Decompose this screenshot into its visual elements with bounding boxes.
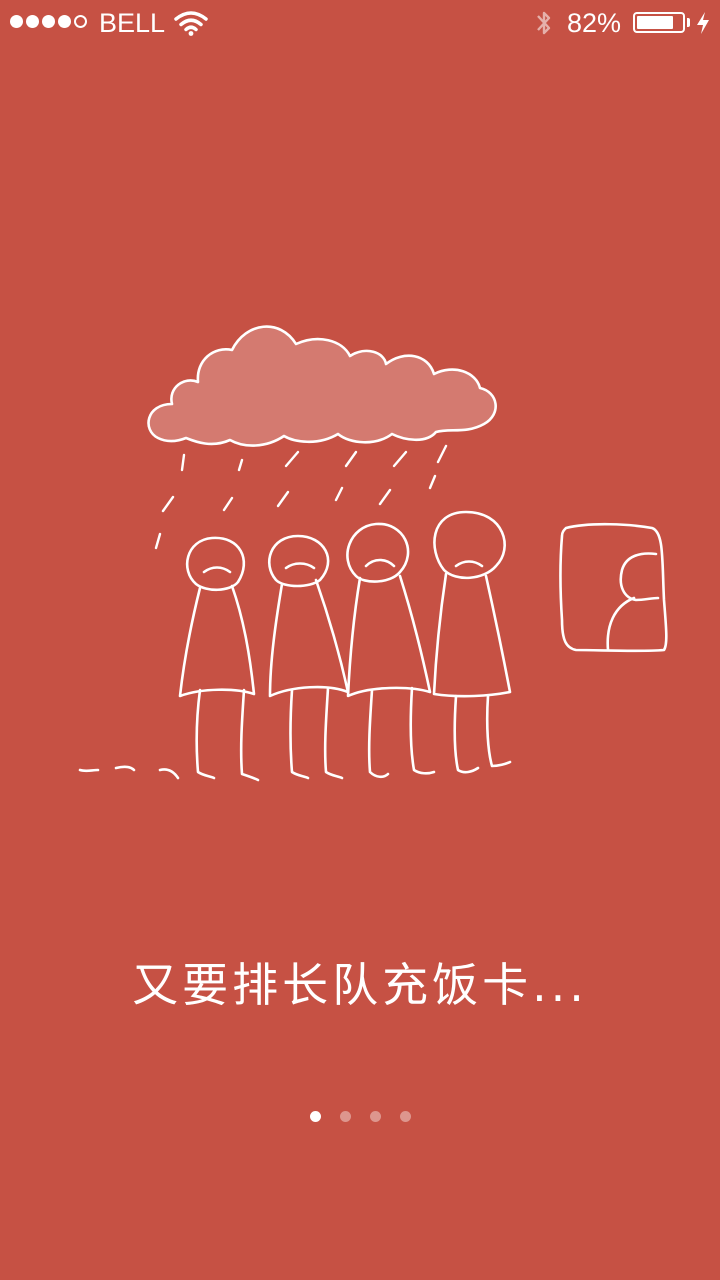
signal-strength-icon — [10, 15, 87, 28]
queue-person — [346, 522, 436, 779]
signal-dot — [26, 15, 39, 28]
queue-person — [178, 536, 260, 782]
rain-cloud-queue-illustration — [78, 325, 668, 782]
ground-dashes — [78, 765, 180, 780]
bolt-icon — [697, 12, 709, 34]
signal-dot — [42, 15, 55, 28]
status-bar: BELL 82% — [0, 0, 720, 46]
signal-dot — [10, 15, 23, 28]
rain-drops — [154, 444, 448, 550]
queue-person — [267, 534, 350, 780]
carrier-name: BELL — [99, 8, 166, 38]
battery-level-fill — [637, 16, 674, 29]
wifi-icon — [174, 11, 208, 36]
onboarding-caption: 又要排长队充饭卡... — [132, 958, 588, 1012]
battery-percentage: 82% — [567, 8, 622, 38]
cloud-icon — [147, 325, 497, 447]
onboarding-screen[interactable]: BELL 82% 又要排长队充饭卡... — [0, 0, 720, 1280]
queue-person — [432, 510, 512, 774]
page-dot[interactable] — [339, 1111, 351, 1122]
page-dot[interactable] — [399, 1111, 411, 1122]
signal-dot — [58, 15, 71, 28]
battery-nub — [687, 18, 690, 27]
page-dot[interactable] — [369, 1111, 381, 1122]
page-indicator[interactable] — [0, 1111, 720, 1122]
page-dot[interactable] — [309, 1111, 321, 1122]
signal-dot — [74, 15, 87, 28]
bluetooth-icon — [537, 11, 551, 35]
card-machine-icon — [559, 522, 668, 653]
battery-icon — [633, 12, 685, 33]
